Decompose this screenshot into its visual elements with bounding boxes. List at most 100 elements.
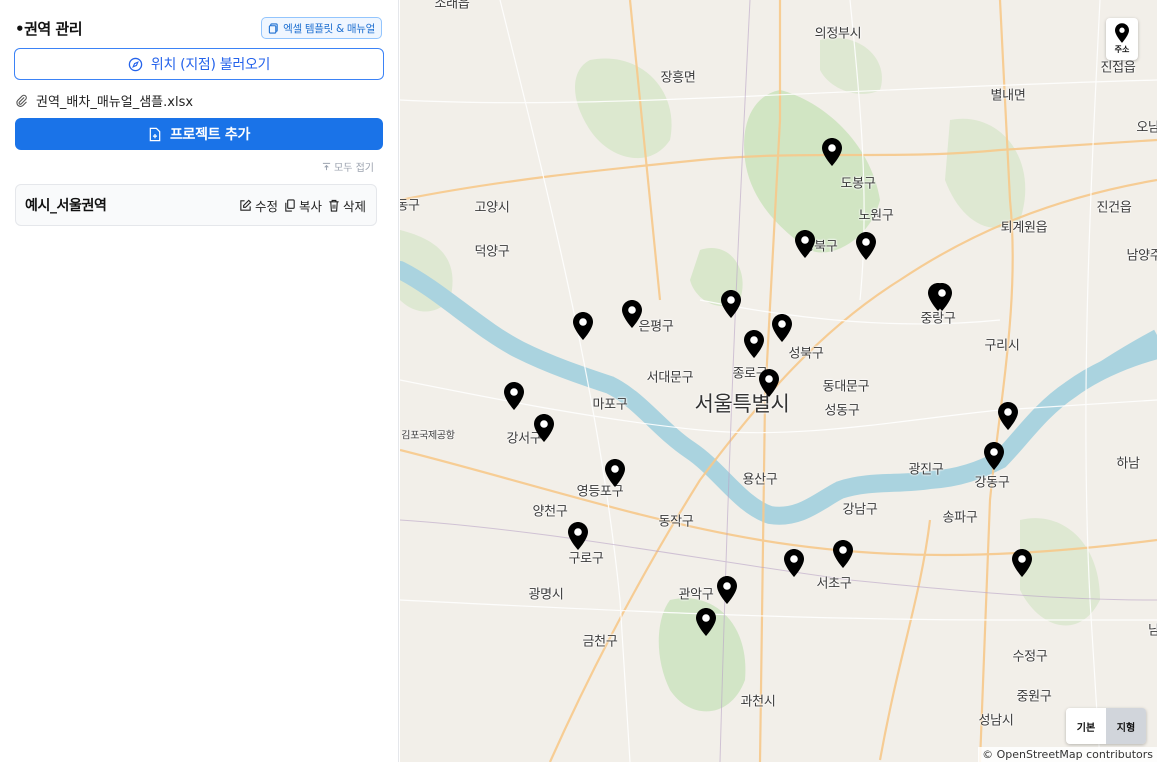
excel-template-label: 엑셀 템플릿 & 매뉴얼 [283,22,375,35]
project-actions: 수정 복사 삭제 [239,196,366,215]
address-button[interactable]: 주소 [1106,18,1138,60]
place-label: 동작구 [658,514,694,530]
place-label: 소래읍 [434,0,470,12]
map-pin-icon [772,314,792,342]
place-label: 하남 [1116,456,1140,472]
place-label: 덕양구 [474,244,510,260]
place-label: 구리시 [984,338,1020,354]
place-label: 김포국제공항 [401,430,455,442]
location-marker[interactable] [932,283,952,311]
place-label: 고양시 [474,200,510,216]
place-label: 서대문구 [646,370,694,386]
uploaded-file[interactable]: 권역_배차_매뉴얼_샘플.xlsx [15,91,193,110]
map-view[interactable]: 소래읍 의정부시 장흥면 진접읍 별내면 오남 도봉구 노원구 고양시 동구 진건읍 퇴계원읍 남양주 덕… [400,0,1157,762]
map-pin-icon [721,290,741,318]
place-label: 광진구 [908,462,944,478]
location-marker[interactable] [568,522,588,550]
map-pin-icon [1115,23,1129,43]
place-label: 진건읍 [1096,200,1132,216]
copy-button[interactable]: 복사 [284,196,322,215]
delete-label: 삭제 [342,198,366,214]
map-attribution[interactable]: © OpenStreetMap contributors [978,747,1157,762]
map-pin-icon [534,414,554,442]
location-marker[interactable] [622,300,642,328]
location-marker[interactable] [772,314,792,342]
place-label: 강남구 [842,502,878,518]
place-label: 관악구 [678,587,714,603]
edit-icon [240,199,252,211]
collapse-icon [322,162,331,171]
location-marker[interactable] [822,138,842,166]
location-marker[interactable] [1012,549,1032,577]
place-label: 노원구 [858,208,894,224]
delete-button[interactable]: 삭제 [328,196,366,215]
location-marker[interactable] [721,290,741,318]
place-label: 성동구 [824,403,860,419]
place-label: 남양주 [1126,248,1157,264]
tile-basic-button[interactable]: 기본 [1066,708,1106,744]
file-plus-icon [149,127,161,141]
map-pin-icon [822,138,842,166]
location-marker[interactable] [759,369,779,397]
map-pin-icon [568,522,588,550]
location-marker[interactable] [504,382,524,410]
compass-icon [128,57,143,71]
place-label: 중원구 [1016,689,1052,705]
page-title: •권역 관리 [15,19,83,38]
location-marker[interactable] [784,549,804,577]
app-root: •권역 관리 엑셀 템플릿 & 매뉴얼 위치 (지점) 불러오기 권역_배차_매… [0,0,1157,762]
place-label: 남 [1148,623,1157,639]
map-pin-icon [744,330,764,358]
edit-button[interactable]: 수정 [239,196,278,215]
map-pin-icon [605,459,625,487]
location-marker[interactable] [573,312,593,340]
map-pin-icon [795,230,815,258]
location-marker[interactable] [998,402,1018,430]
map-pin-icon [998,402,1018,430]
map-pin-icon [696,608,716,636]
sidebar: •권역 관리 엑셀 템플릿 & 매뉴얼 위치 (지점) 불러오기 권역_배차_매… [0,0,399,762]
place-label: 성남시 [978,713,1014,729]
collapse-all-button[interactable]: 모두 접기 [322,159,374,174]
location-marker[interactable] [856,232,876,260]
location-marker[interactable] [833,540,853,568]
place-label: 광명시 [528,587,564,603]
map-pin-icon [717,576,737,604]
place-label: 금천구 [582,634,618,650]
place-label: 의정부시 [814,26,862,42]
copy-icon [268,22,278,34]
trash-icon [329,199,339,212]
place-label: 동대문구 [822,379,870,395]
place-label: 서초구 [816,576,852,592]
place-label: 별내면 [990,88,1026,104]
copy-icon [285,198,295,212]
location-marker[interactable] [717,576,737,604]
excel-template-button[interactable]: 엑셀 템플릿 & 매뉴얼 [261,17,382,39]
map-pin-icon [573,312,593,340]
location-marker[interactable] [534,414,554,442]
address-label: 주소 [1114,45,1130,54]
map-pin-icon [759,369,779,397]
file-name: 권역_배차_매뉴얼_샘플.xlsx [36,95,194,110]
location-marker[interactable] [984,442,1004,470]
project-name: 예시_서울권역 [25,198,107,214]
tile-terrain-button[interactable]: 지형 [1106,708,1146,744]
map-pin-icon [504,382,524,410]
sidebar-header: •권역 관리 엑셀 템플릿 & 매뉴얼 [15,16,382,40]
location-marker[interactable] [795,230,815,258]
load-locations-label: 위치 (지점) 불러오기 [150,57,271,73]
place-label: 마포구 [592,397,628,413]
place-label: 양천구 [532,504,568,520]
map-pin-icon [984,442,1004,470]
location-marker[interactable] [605,459,625,487]
location-marker[interactable] [744,330,764,358]
map-pin-icon [622,300,642,328]
place-label: 성북구 [788,346,824,362]
map-pin-icon [833,540,853,568]
add-project-button[interactable]: 프로젝트 추가 [15,118,383,150]
copy-label: 복사 [298,198,322,214]
location-marker[interactable] [696,608,716,636]
project-card[interactable]: 예시_서울권역 수정 복사 삭제 [15,184,377,226]
place-label: 장흥면 [660,70,696,86]
load-locations-button[interactable]: 위치 (지점) 불러오기 [14,48,384,80]
